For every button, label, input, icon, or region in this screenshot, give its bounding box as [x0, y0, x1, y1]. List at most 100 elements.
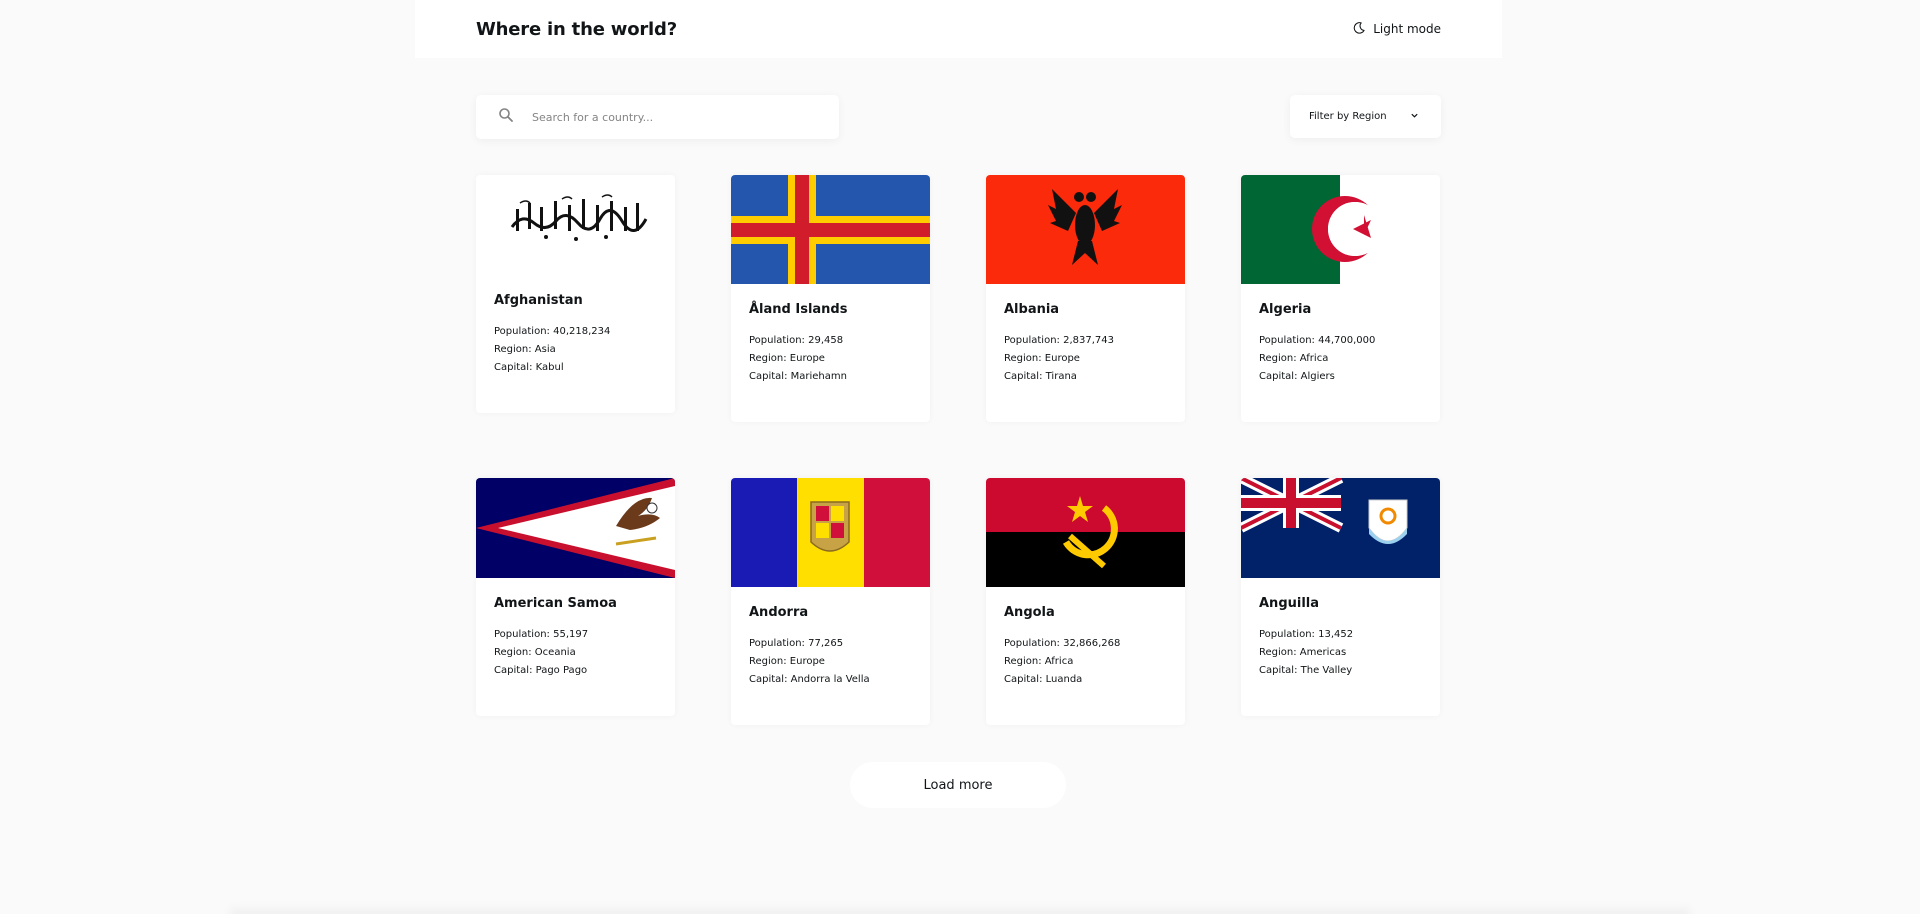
capital-label: Capital: [749, 371, 788, 382]
country-card-afghanistan[interactable]: Afghanistan Population: 40,218,234 Regio… [476, 175, 675, 413]
country-card-algeria[interactable]: Algeria Population: 44,700,000 Region: A… [1241, 175, 1440, 422]
country-region: Region: Europe [1004, 350, 1167, 368]
country-region: Region: Oceania [494, 644, 657, 662]
capital-label: Capital: [494, 665, 533, 676]
region-label: Region: [494, 344, 532, 355]
country-capital: Capital: Andorra la Vella [749, 671, 912, 689]
region-value: Europe [789, 656, 825, 667]
country-capital: Capital: Tirana [1004, 368, 1167, 386]
population-value: 29,458 [808, 335, 844, 346]
afghanistan-flag-icon [476, 175, 675, 275]
country-capital: Capital: Luanda [1004, 671, 1167, 689]
capital-label: Capital: [1259, 665, 1298, 676]
theme-toggle-button[interactable]: Light mode [1352, 21, 1441, 38]
search-input[interactable] [532, 110, 812, 124]
country-population: Population: 77,265 [749, 635, 912, 653]
country-capital: Capital: Pago Pago [494, 662, 657, 680]
country-population: Population: 40,218,234 [494, 323, 657, 341]
american-samoa-flag-icon [476, 478, 675, 578]
capital-label: Capital: [494, 362, 533, 373]
region-label: Region: [749, 656, 787, 667]
region-filter-dropdown[interactable]: Filter by Region [1290, 95, 1441, 138]
country-name: Albania [1004, 302, 1060, 317]
country-capital: Capital: Algiers [1259, 368, 1422, 386]
capital-label: Capital: [749, 674, 788, 685]
capital-label: Capital: [1259, 371, 1298, 382]
country-population: Population: 2,837,743 [1004, 332, 1167, 350]
country-name: Åland Islands [749, 302, 848, 317]
region-value: Americas [1299, 647, 1347, 658]
country-population: Population: 13,452 [1259, 626, 1422, 644]
population-value: 44,700,000 [1318, 335, 1376, 346]
capital-value: Andorra la Vella [790, 674, 870, 685]
country-name: American Samoa [494, 596, 617, 611]
region-value: Europe [1044, 353, 1080, 364]
country-region: Region: Europe [749, 653, 912, 671]
capital-label: Capital: [1004, 674, 1043, 685]
population-value: 13,452 [1318, 629, 1354, 640]
country-population: Population: 55,197 [494, 626, 657, 644]
country-region: Region: Europe [749, 350, 912, 368]
capital-value: Algiers [1300, 371, 1335, 382]
population-value: 32,866,268 [1063, 638, 1121, 649]
population-label: Population: [1004, 335, 1060, 346]
albania-flag-icon [986, 175, 1185, 284]
country-name: Andorra [749, 605, 809, 620]
load-more-button[interactable]: Load more [850, 762, 1066, 808]
andorra-flag-icon [731, 478, 930, 587]
country-population: Population: 29,458 [749, 332, 912, 350]
angola-flag-icon [986, 478, 1185, 587]
country-capital: Capital: The Valley [1259, 662, 1422, 680]
country-region: Region: Africa [1259, 350, 1422, 368]
region-value: Asia [534, 344, 556, 355]
region-value: Oceania [534, 647, 576, 658]
country-card-aland-islands[interactable]: Åland Islands Population: 29,458 Region:… [731, 175, 930, 422]
country-population: Population: 32,866,268 [1004, 635, 1167, 653]
region-label: Region: [1259, 647, 1297, 658]
region-label: Region: [1259, 353, 1297, 364]
anguilla-flag-icon [1241, 478, 1440, 578]
population-label: Population: [749, 335, 805, 346]
population-label: Population: [494, 629, 550, 640]
country-name: Angola [1004, 605, 1055, 620]
country-card-albania[interactable]: Albania Population: 2,837,743 Region: Eu… [986, 175, 1185, 422]
capital-value: Tirana [1045, 371, 1077, 382]
region-label: Region: [1004, 353, 1042, 364]
country-card-angola[interactable]: Angola Population: 32,866,268 Region: Af… [986, 478, 1185, 725]
country-name: Anguilla [1259, 596, 1320, 611]
country-card-anguilla[interactable]: Anguilla Population: 13,452 Region: Amer… [1241, 478, 1440, 716]
footer-shadow [230, 904, 1690, 914]
country-name: Algeria [1259, 302, 1312, 317]
country-region: Region: Africa [1004, 653, 1167, 671]
region-value: Europe [789, 353, 825, 364]
region-label: Region: [749, 353, 787, 364]
algeria-flag-icon [1241, 175, 1440, 284]
country-card-american-samoa[interactable]: American Samoa Population: 55,197 Region… [476, 478, 675, 716]
population-value: 2,837,743 [1063, 335, 1115, 346]
capital-label: Capital: [1004, 371, 1043, 382]
population-label: Population: [749, 638, 805, 649]
capital-value: The Valley [1300, 665, 1353, 676]
capital-value: Luanda [1045, 674, 1083, 685]
app-title: Where in the world? [476, 18, 677, 40]
region-filter-label: Filter by Region [1309, 111, 1387, 122]
region-label: Region: [494, 647, 532, 658]
country-capital: Capital: Kabul [494, 359, 657, 377]
population-label: Population: [494, 326, 550, 337]
app-header: Where in the world? Light mode [415, 0, 1502, 58]
aland-islands-flag-icon [731, 175, 930, 284]
moon-icon [1352, 21, 1366, 38]
theme-toggle-label: Light mode [1373, 22, 1441, 36]
chevron-down-icon [1410, 111, 1419, 123]
country-region: Region: Americas [1259, 644, 1422, 662]
capital-value: Mariehamn [790, 371, 847, 382]
country-region: Region: Asia [494, 341, 657, 359]
population-label: Population: [1259, 335, 1315, 346]
capital-value: Kabul [535, 362, 564, 373]
region-value: Africa [1044, 656, 1074, 667]
population-value: 77,265 [808, 638, 844, 649]
country-population: Population: 44,700,000 [1259, 332, 1422, 350]
search-icon [498, 107, 514, 127]
population-label: Population: [1259, 629, 1315, 640]
country-card-andorra[interactable]: Andorra Population: 77,265 Region: Europ… [731, 478, 930, 725]
